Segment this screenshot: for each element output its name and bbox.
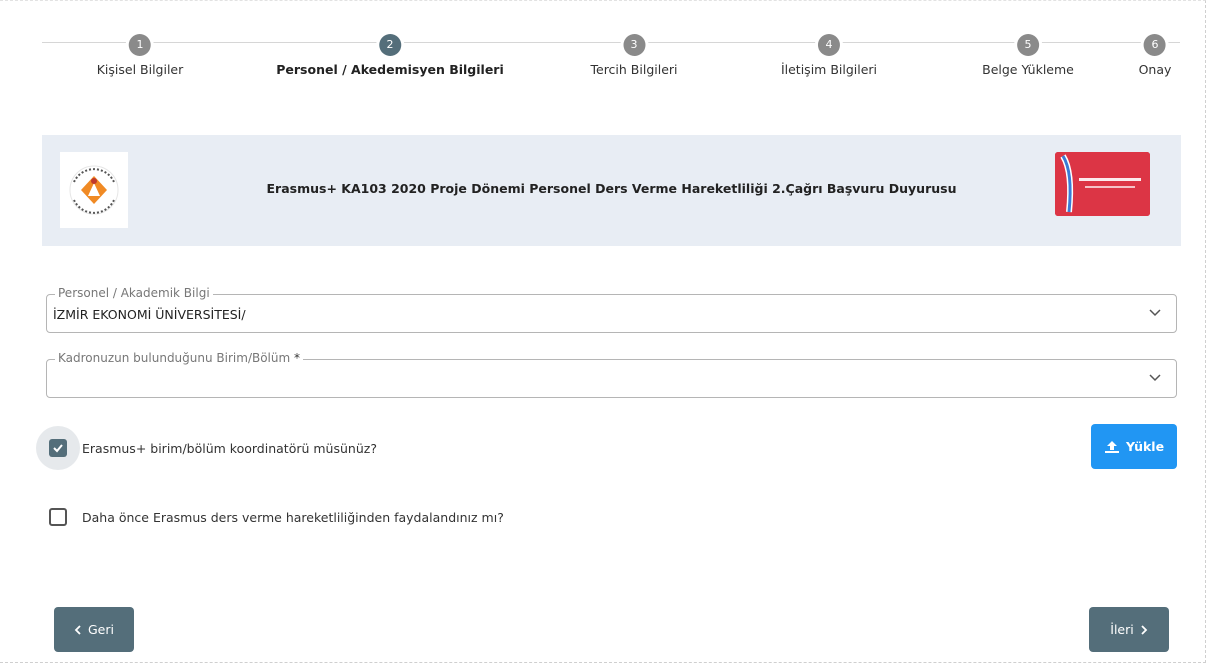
step-number: 1: [128, 34, 151, 56]
step-number: 2: [378, 34, 401, 56]
step-personal-info[interactable]: 1 Kişisel Bilgiler: [96, 34, 184, 77]
upload-button[interactable]: Yükle: [1091, 424, 1177, 469]
upload-icon: [1104, 440, 1119, 453]
checkmark-icon: [53, 444, 63, 453]
chevron-right-icon: [1141, 624, 1148, 635]
step-document-upload[interactable]: 5 Belge Yükleme: [982, 34, 1074, 77]
department-select-label: Kadronuzun bulunduğunu Birim/Bölüm *: [55, 351, 304, 365]
chevron-left-icon: [74, 624, 81, 635]
step-label: Personel / Akedemisyen Bilgileri: [276, 62, 504, 77]
previous-mobility-checkbox-row[interactable]: Daha önce Erasmus ders verme hareketlili…: [36, 495, 504, 539]
banner-title: Erasmus+ KA103 2020 Proje Dönemi Persone…: [266, 181, 957, 196]
coordinator-checkbox-halo: [36, 426, 80, 470]
national-agency-logo: [1055, 152, 1150, 216]
personnel-select-label: Personel / Akademik Bilgi: [55, 286, 213, 300]
chevron-down-icon: [1149, 374, 1161, 382]
back-button[interactable]: Geri: [54, 607, 134, 652]
step-approval[interactable]: 6 Onay: [1138, 34, 1172, 77]
next-button[interactable]: İleri: [1089, 607, 1169, 652]
step-label: Kişisel Bilgiler: [96, 62, 184, 77]
back-button-label: Geri: [88, 622, 114, 637]
step-number: 6: [1143, 34, 1166, 56]
department-select[interactable]: Kadronuzun bulunduğunu Birim/Bölüm *: [46, 351, 1177, 398]
step-preference-info[interactable]: 3 Tercih Bilgileri: [590, 34, 678, 77]
upload-button-label: Yükle: [1125, 439, 1165, 454]
step-contact-info[interactable]: 4 İletişim Bilgileri: [781, 34, 877, 77]
previous-mobility-checkbox-halo: [36, 495, 80, 539]
step-label: Onay: [1138, 62, 1172, 77]
chevron-down-icon: [1149, 309, 1161, 317]
previous-mobility-checkbox[interactable]: [49, 508, 67, 526]
next-button-label: İleri: [1110, 622, 1134, 637]
step-label: İletişim Bilgileri: [780, 62, 878, 77]
personnel-select[interactable]: Personel / Akademik Bilgi İZMİR EKONOMİ …: [46, 286, 1177, 333]
step-number: 5: [1016, 34, 1039, 56]
coordinator-checkbox-row[interactable]: Erasmus+ birim/bölüm koordinatörü müsünü…: [36, 426, 377, 470]
coordinator-checkbox[interactable]: [49, 439, 67, 457]
step-number: 4: [817, 34, 840, 56]
step-label: Tercih Bilgileri: [590, 62, 678, 77]
step-staff-info[interactable]: 2 Personel / Akedemisyen Bilgileri: [276, 34, 504, 77]
step-label: Belge Yükleme: [982, 62, 1074, 77]
required-mark: *: [294, 351, 301, 365]
announcement-banner: Erasmus+ KA103 2020 Proje Dönemi Persone…: [42, 135, 1181, 246]
wizard-stepper: 1 Kişisel Bilgiler 2 Personel / Akedemis…: [42, 34, 1180, 94]
coordinator-checkbox-label: Erasmus+ birim/bölüm koordinatörü müsünü…: [82, 440, 377, 456]
personnel-select-value: İZMİR EKONOMİ ÜNİVERSİTESİ/: [53, 307, 246, 322]
step-number: 3: [622, 34, 645, 56]
previous-mobility-checkbox-label: Daha önce Erasmus ders verme hareketlili…: [82, 509, 504, 525]
department-label-text: Kadronuzun bulunduğunu Birim/Bölüm: [58, 351, 291, 365]
